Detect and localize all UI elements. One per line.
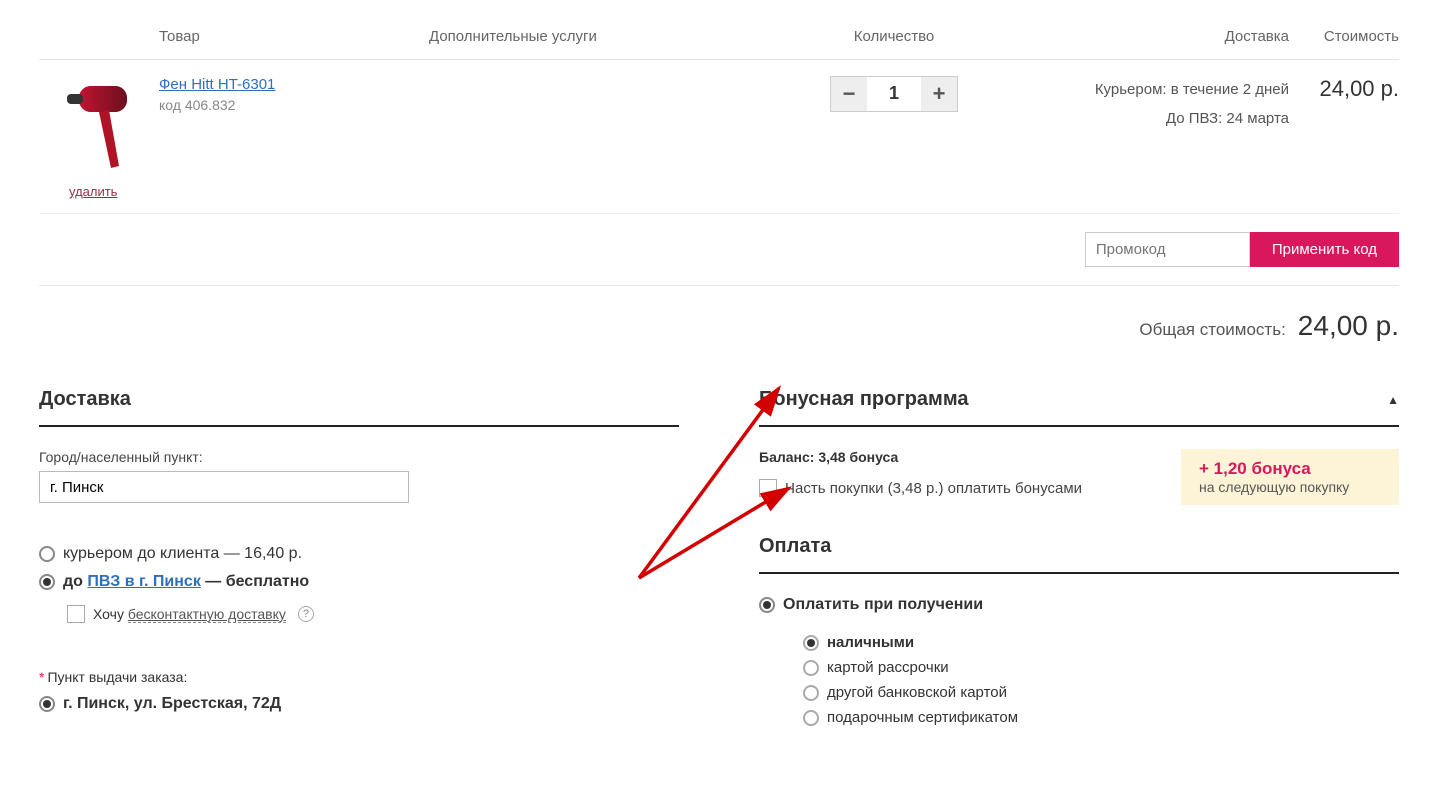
pay-with-bonus-row[interactable]: Часть покупки (3,48 р.) оплатить бонусам… [759,479,1082,497]
delivery-info-line1: Курьером: в течение 2 дней [1029,76,1289,105]
col-header-product: Товар [159,28,429,45]
city-input[interactable] [39,471,409,503]
city-label: Город/населенный пункт: [39,449,679,465]
cart-row: удалить Фен Hitt HT-6301 код 406.832 − 1… [39,60,1399,214]
pickup-point-option[interactable]: г. Пинск, ул. Брестская, 72Д [39,695,679,713]
contactless-pre: Хочу [93,606,128,622]
bonus-gain-note: на следующую покупку [1199,479,1381,495]
pay-sub-label: подарочным сертификатом [827,709,1018,726]
pay-sub-cash[interactable]: наличными [803,634,1399,651]
pay-sub-other-card[interactable]: другой банковской картой [803,684,1399,701]
radio-icon [39,574,55,590]
pay-sub-installment-card[interactable]: картой рассрочки [803,659,1399,676]
col-header-extra: Дополнительные услуги [429,28,759,45]
delivery-info-line2: До ПВЗ: 24 марта [1029,105,1289,134]
pay-sub-label: наличными [827,634,914,651]
delivery-opt-pvz[interactable]: до ПВЗ в г. Пинск — бесплатно [39,573,679,591]
total-label: Общая стоимость: [1139,320,1285,340]
bonus-gain-box: + 1,20 бонуса на следующую покупку [1181,449,1399,505]
cart-header-row: Товар Дополнительные услуги Количество Д… [39,20,1399,60]
col-header-qty: Количество [759,28,1029,45]
radio-icon [803,710,819,726]
product-image[interactable] [57,76,147,176]
radio-icon [39,546,55,562]
payment-section-title: Оплата [759,535,1399,574]
radio-icon [759,597,775,613]
pay-on-receive-option[interactable]: Оплатить при получении [759,596,1399,614]
item-price: 24,00 р. [1289,76,1399,199]
opt-pvz-pre: до [63,573,87,590]
qty-value: 1 [867,77,921,111]
product-name-link[interactable]: Фен Hitt HT-6301 [159,76,275,93]
collapse-icon: ▲ [1387,393,1399,407]
qty-minus-button[interactable]: − [831,77,867,111]
radio-icon [803,635,819,651]
bonus-title: Бонусная программа [759,388,968,411]
product-code: код 406.832 [159,97,429,113]
pickup-point-value: г. Пинск, ул. Брестская, 72Д [63,695,281,713]
pay-with-bonus-label: Часть покупки (3,48 р.) оплатить бонусам… [785,480,1082,497]
pickup-label: *Пункт выдачи заказа: [39,669,679,685]
delivery-opt-courier[interactable]: курьером до клиента — 16,40 р. [39,545,679,563]
checkbox-icon [759,479,777,497]
opt-pvz-post: — бесплатно [201,573,309,590]
pay-on-receive-label: Оплатить при получении [783,596,983,614]
bonus-balance: Баланс: 3,48 бонуса [759,449,1082,465]
apply-promo-button[interactable]: Применить код [1250,232,1399,267]
opt-courier-label: курьером до клиента — 16,40 р. [63,545,302,563]
pay-sub-label: картой рассрочки [827,659,949,676]
qty-plus-button[interactable]: + [921,77,957,111]
pvz-city-link[interactable]: ПВЗ в г. Пинск [87,573,200,590]
col-header-cost: Стоимость [1289,28,1399,45]
contactless-row[interactable]: Хочу бесконтактную доставку ? [67,605,679,623]
remove-item-link[interactable]: удалить [69,184,117,199]
pay-sub-label: другой банковской картой [827,684,1007,701]
bonus-section-header[interactable]: Бонусная программа ▲ [759,388,1399,427]
col-header-delivery: Доставка [1029,28,1289,45]
radio-icon [39,696,55,712]
contactless-link[interactable]: бесконтактную доставку [128,606,286,623]
help-icon[interactable]: ? [298,606,314,622]
quantity-stepper: − 1 + [830,76,958,112]
radio-icon [803,685,819,701]
pay-sub-gift-cert[interactable]: подарочным сертификатом [803,709,1399,726]
radio-icon [803,660,819,676]
delivery-section-title: Доставка [39,388,679,427]
bonus-gain-value: + 1,20 бонуса [1199,459,1381,479]
total-value: 24,00 р. [1298,310,1399,342]
checkbox-icon [67,605,85,623]
promo-code-input[interactable] [1085,232,1250,267]
